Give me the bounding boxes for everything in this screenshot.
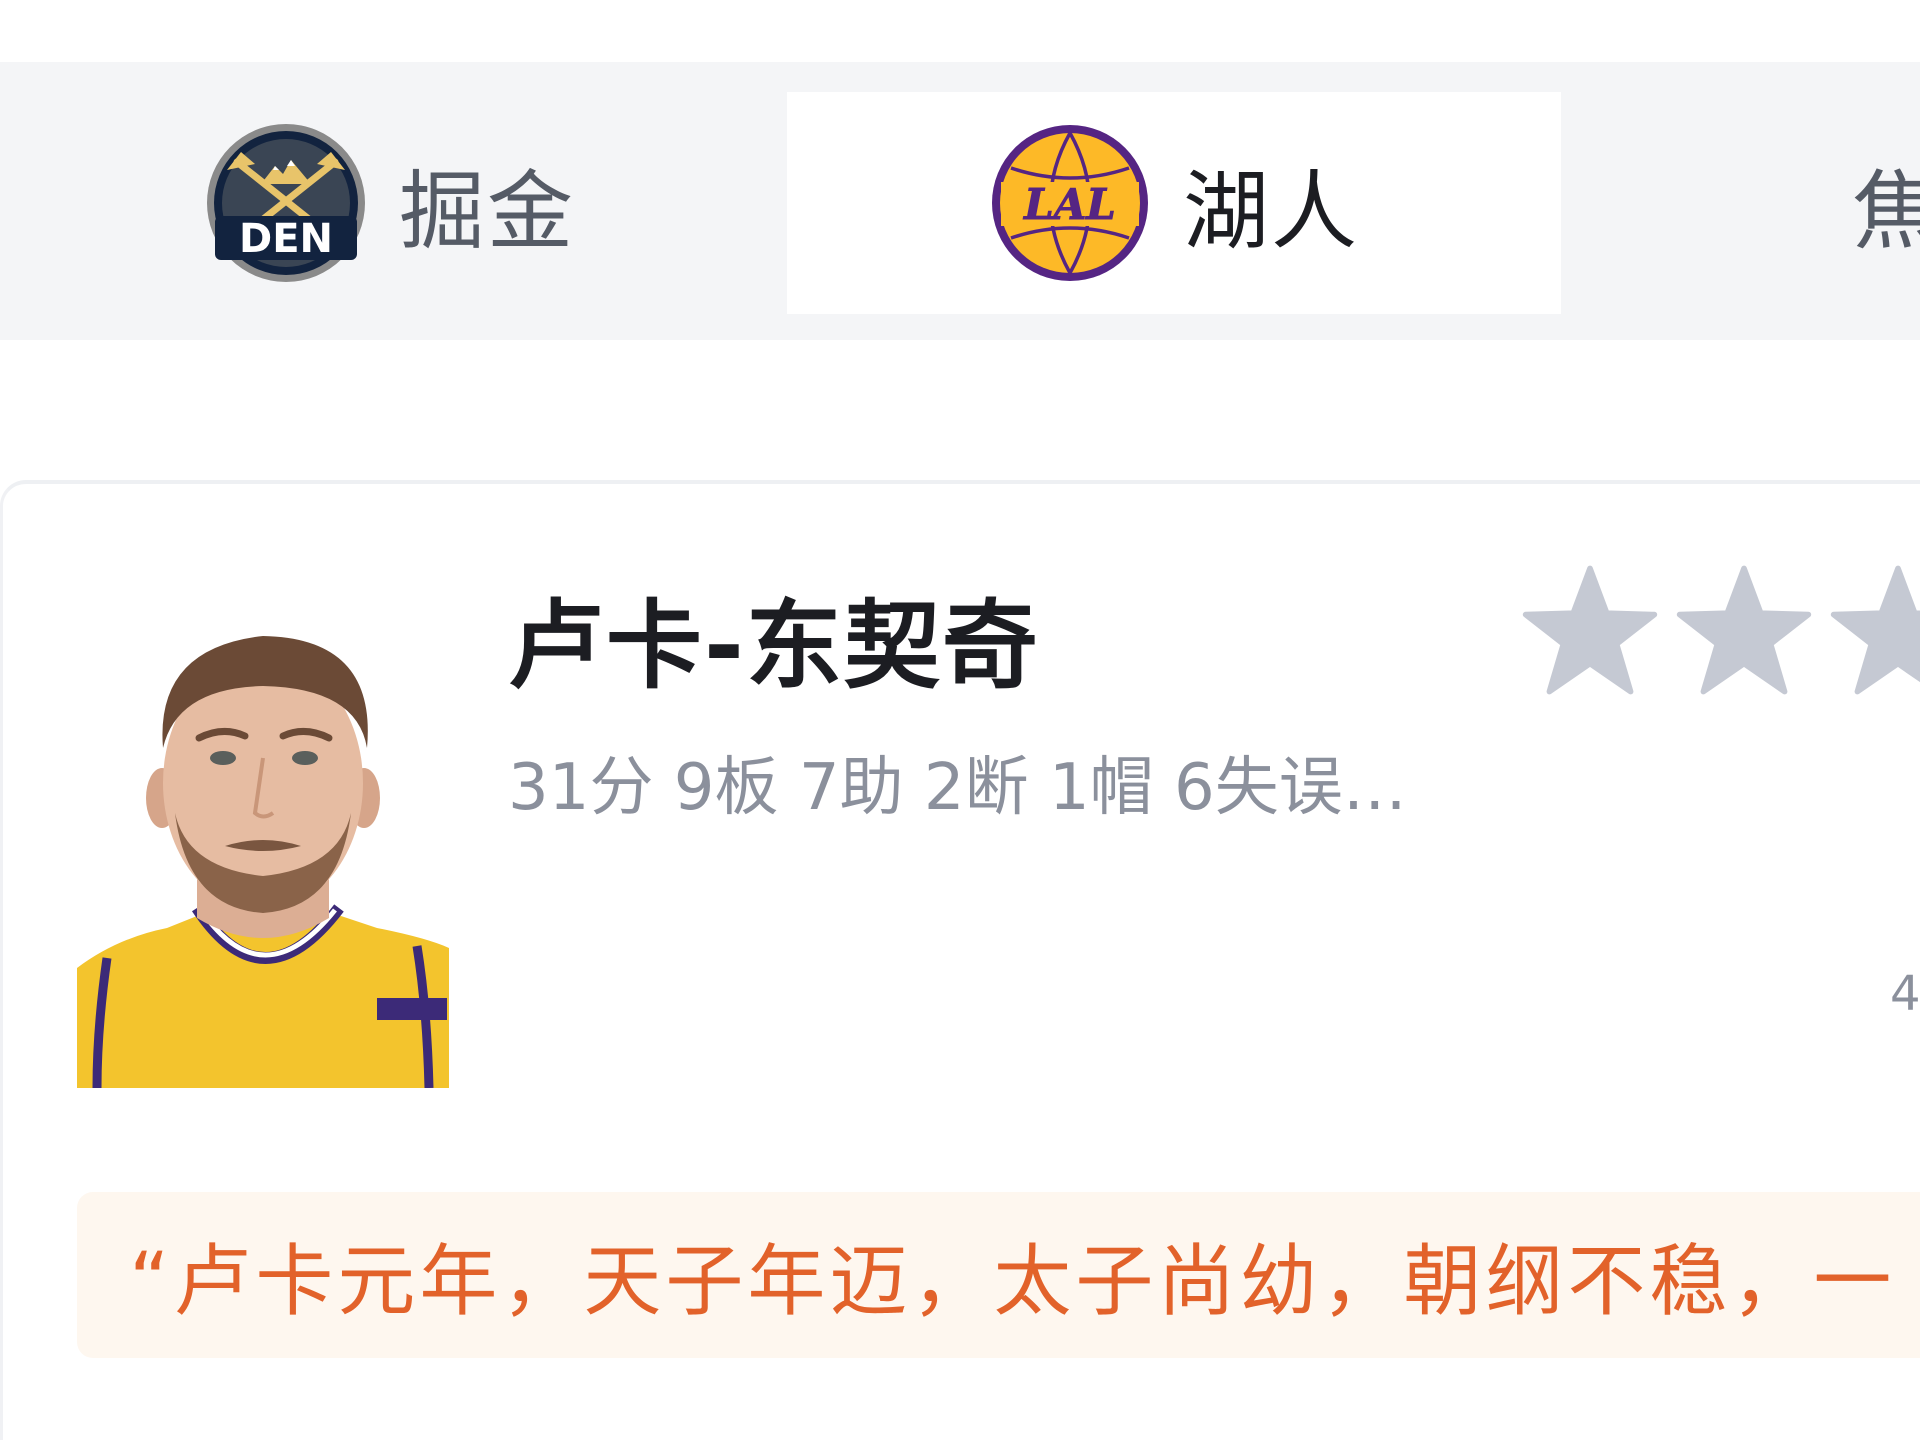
page: DEN 掘金 LAL 湖人 焦 卢卡-东契奇 31分 9板 7助 2断 1帽 6… bbox=[0, 0, 1920, 1440]
player-photo bbox=[77, 608, 449, 1088]
tab-lakers[interactable]: LAL 湖人 bbox=[787, 92, 1561, 314]
star-icon[interactable] bbox=[1674, 560, 1814, 700]
side-number: 4 bbox=[1890, 966, 1920, 1022]
svg-text:DEN: DEN bbox=[239, 216, 333, 262]
player-name[interactable]: 卢卡-东契奇 bbox=[508, 568, 1040, 707]
tab-partial-label: 焦 bbox=[1852, 161, 1920, 262]
lakers-logo-icon: LAL bbox=[992, 125, 1148, 281]
star-icon[interactable] bbox=[1828, 560, 1920, 700]
svg-text:LAL: LAL bbox=[1023, 180, 1116, 229]
quote-banner[interactable]: “卢卡元年，天子年迈，太子尚幼，朝纲不稳，一 bbox=[77, 1192, 1920, 1358]
team-tab-bar: DEN 掘金 LAL 湖人 焦 bbox=[0, 62, 1920, 340]
tab-lakers-label: 湖人 bbox=[1183, 161, 1359, 262]
tab-nuggets[interactable]: DEN 掘金 bbox=[205, 92, 765, 314]
tab-nuggets-label: 掘金 bbox=[399, 161, 575, 262]
tab-partial[interactable]: 焦 bbox=[1852, 92, 1920, 314]
player-stats: 31分 9板 7助 2断 1帽 6失误… bbox=[508, 751, 1407, 825]
nuggets-logo-icon: DEN bbox=[207, 124, 365, 282]
rating-stars[interactable] bbox=[1520, 560, 1920, 700]
quote-text: “卢卡元年，天子年迈，太子尚幼，朝纲不稳，一 bbox=[129, 1237, 1896, 1327]
star-icon[interactable] bbox=[1520, 560, 1660, 700]
